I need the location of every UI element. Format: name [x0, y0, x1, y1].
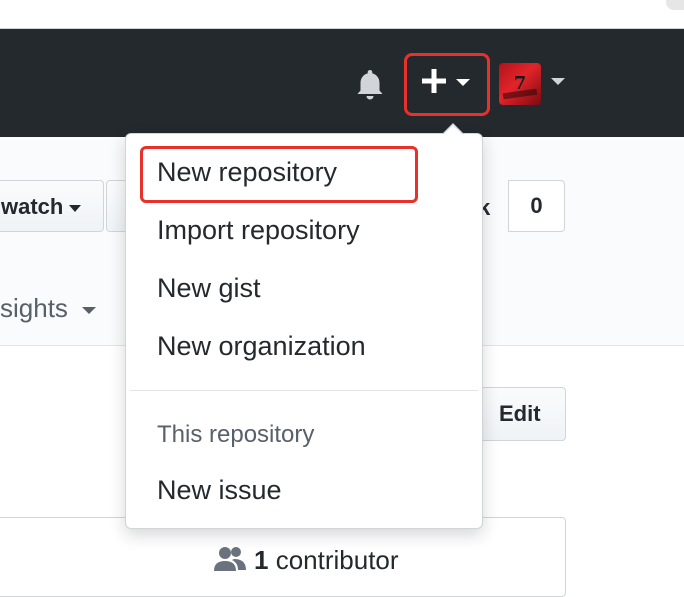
chevron-down-icon	[69, 205, 81, 212]
watch-button[interactable]: watch	[0, 180, 104, 232]
dropdown-arrow-inner	[443, 125, 463, 135]
edit-button[interactable]: Edit	[482, 387, 566, 441]
avatar-chevron-down-icon[interactable]	[551, 78, 565, 85]
tab-insights[interactable]: sights	[0, 293, 68, 324]
fork-count[interactable]: 0	[508, 180, 565, 232]
chevron-down-icon	[456, 79, 470, 86]
bell-icon[interactable]	[354, 68, 386, 102]
contributors-count: 1	[254, 545, 269, 575]
dropdown-divider	[130, 390, 478, 391]
dropdown-section-header: This repository	[157, 421, 315, 448]
menu-item-import-repository[interactable]: Import repository	[157, 215, 360, 246]
contributors-link[interactable]: 1 contributor	[254, 545, 399, 576]
avatar-number: 7	[513, 73, 527, 94]
menu-item-new-issue[interactable]: New issue	[157, 475, 282, 506]
contributors-label: contributor	[275, 545, 399, 575]
site-header	[0, 29, 684, 137]
people-icon	[214, 547, 246, 571]
create-new-dropdown: New repository Import repository New gis…	[125, 123, 483, 529]
plus-icon	[422, 69, 446, 93]
menu-item-new-organization[interactable]: New organization	[157, 331, 366, 362]
scrollbar-nub	[666, 0, 684, 10]
chevron-down-icon	[82, 307, 96, 314]
watch-label: watch	[1, 194, 64, 219]
menu-item-new-gist[interactable]: New gist	[157, 273, 261, 304]
create-new-button[interactable]	[404, 53, 490, 116]
browser-top-strip	[0, 0, 684, 29]
menu-item-new-repository[interactable]: New repository	[157, 157, 337, 188]
avatar[interactable]: 7	[499, 63, 541, 105]
